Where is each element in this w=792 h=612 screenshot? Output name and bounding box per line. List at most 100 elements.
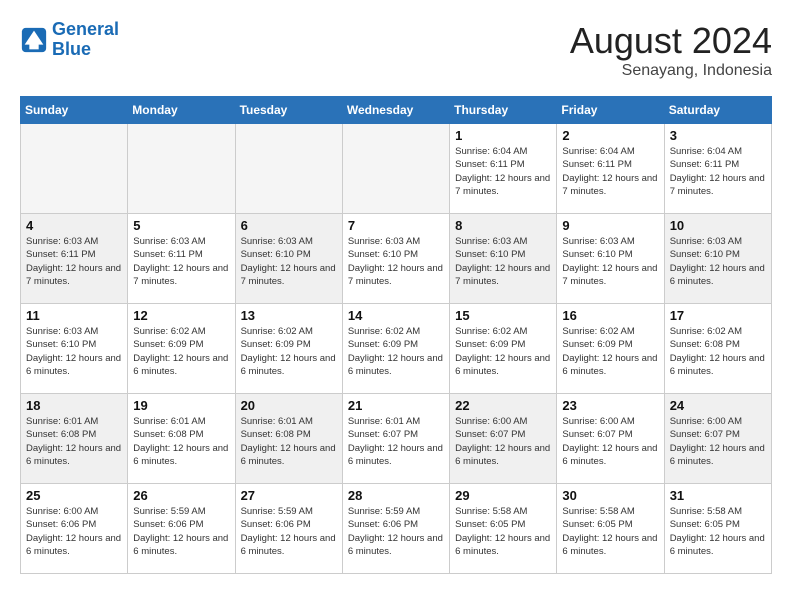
- day-number: 23: [562, 398, 658, 413]
- table-row: 28Sunrise: 5:59 AM Sunset: 6:06 PM Dayli…: [342, 484, 449, 574]
- calendar-week-row: 1 Sunrise: 6:04 AM Sunset: 6:11 PM Daylig…: [21, 124, 772, 214]
- logo-icon: [20, 26, 48, 54]
- page-header: General Blue August 2024 Senayang, Indon…: [20, 20, 772, 80]
- day-number: 26: [133, 488, 229, 503]
- table-row: 7Sunrise: 6:03 AM Sunset: 6:10 PM Daylig…: [342, 214, 449, 304]
- table-row: 1 Sunrise: 6:04 AM Sunset: 6:11 PM Daylig…: [450, 124, 557, 214]
- calendar-week-row: 18 Sunrise: 6:01 AM Sunset: 6:08 PM Dayli…: [21, 394, 772, 484]
- day-number: 4: [26, 218, 122, 233]
- day-number: 14: [348, 308, 444, 323]
- day-number: 17: [670, 308, 766, 323]
- day-info: Sunrise: 6:01 AM Sunset: 6:07 PM Dayligh…: [348, 415, 444, 468]
- table-row: 12 Sunrise: 6:02 AM Sunset: 6:09 PM Dayli…: [128, 304, 235, 394]
- col-tuesday: Tuesday: [235, 97, 342, 124]
- day-number: 5: [133, 218, 229, 233]
- day-info: Sunrise: 6:02 AM Sunset: 6:09 PM Dayligh…: [455, 325, 551, 378]
- day-info: Sunrise: 6:01 AM Sunset: 6:08 PM Dayligh…: [241, 415, 337, 468]
- table-row: 24Sunrise: 6:00 AM Sunset: 6:07 PM Dayli…: [664, 394, 771, 484]
- table-row: [235, 124, 342, 214]
- day-info: Sunrise: 5:58 AM Sunset: 6:05 PM Dayligh…: [455, 505, 551, 558]
- table-row: 25Sunrise: 6:00 AM Sunset: 6:06 PM Dayli…: [21, 484, 128, 574]
- table-row: 3Sunrise: 6:04 AM Sunset: 6:11 PM Daylig…: [664, 124, 771, 214]
- table-row: 10Sunrise: 6:03 AM Sunset: 6:10 PM Dayli…: [664, 214, 771, 304]
- table-row: 30Sunrise: 5:58 AM Sunset: 6:05 PM Dayli…: [557, 484, 664, 574]
- logo: General Blue: [20, 20, 119, 60]
- table-row: [128, 124, 235, 214]
- col-saturday: Saturday: [664, 97, 771, 124]
- day-number: 15: [455, 308, 551, 323]
- day-number: 6: [241, 218, 337, 233]
- calendar-header-row: Sunday Monday Tuesday Wednesday Thursday…: [21, 97, 772, 124]
- table-row: 22 Sunrise: 6:00 AM Sunset: 6:07 PM Dayli…: [450, 394, 557, 484]
- table-row: 21Sunrise: 6:01 AM Sunset: 6:07 PM Dayli…: [342, 394, 449, 484]
- day-number: 16: [562, 308, 658, 323]
- day-number: 1: [455, 128, 551, 143]
- day-number: 12: [133, 308, 229, 323]
- day-info: Sunrise: 5:59 AM Sunset: 6:06 PM Dayligh…: [133, 505, 229, 558]
- table-row: [342, 124, 449, 214]
- table-row: 19 Sunrise: 6:01 AM Sunset: 6:08 PM Dayli…: [128, 394, 235, 484]
- day-info: Sunrise: 6:00 AM Sunset: 6:07 PM Dayligh…: [455, 415, 551, 468]
- day-number: 19: [133, 398, 229, 413]
- table-row: 4 Sunrise: 6:03 AM Sunset: 6:11 PM Daylig…: [21, 214, 128, 304]
- table-row: 6Sunrise: 6:03 AM Sunset: 6:10 PM Daylig…: [235, 214, 342, 304]
- day-info: Sunrise: 6:02 AM Sunset: 6:09 PM Dayligh…: [133, 325, 229, 378]
- day-info: Sunrise: 6:00 AM Sunset: 6:06 PM Dayligh…: [26, 505, 122, 558]
- day-info: Sunrise: 6:03 AM Sunset: 6:10 PM Dayligh…: [562, 235, 658, 288]
- day-info: Sunrise: 6:02 AM Sunset: 6:09 PM Dayligh…: [562, 325, 658, 378]
- table-row: 16 Sunrise: 6:02 AM Sunset: 6:09 PM Dayli…: [557, 304, 664, 394]
- table-row: 14 Sunrise: 6:02 AM Sunset: 6:09 PM Dayli…: [342, 304, 449, 394]
- day-info: Sunrise: 6:03 AM Sunset: 6:10 PM Dayligh…: [455, 235, 551, 288]
- day-number: 29: [455, 488, 551, 503]
- col-wednesday: Wednesday: [342, 97, 449, 124]
- calendar-week-row: 11 Sunrise: 6:03 AM Sunset: 6:10 PM Dayli…: [21, 304, 772, 394]
- day-info: Sunrise: 6:02 AM Sunset: 6:09 PM Dayligh…: [348, 325, 444, 378]
- day-info: Sunrise: 6:02 AM Sunset: 6:09 PM Dayligh…: [241, 325, 337, 378]
- day-number: 31: [670, 488, 766, 503]
- day-info: Sunrise: 6:03 AM Sunset: 6:11 PM Dayligh…: [133, 235, 229, 288]
- title-block: August 2024 Senayang, Indonesia: [570, 20, 772, 80]
- day-number: 13: [241, 308, 337, 323]
- table-row: 11 Sunrise: 6:03 AM Sunset: 6:10 PM Dayli…: [21, 304, 128, 394]
- col-monday: Monday: [128, 97, 235, 124]
- col-sunday: Sunday: [21, 97, 128, 124]
- day-number: 11: [26, 308, 122, 323]
- day-number: 18: [26, 398, 122, 413]
- day-number: 27: [241, 488, 337, 503]
- table-row: 17Sunrise: 6:02 AM Sunset: 6:08 PM Dayli…: [664, 304, 771, 394]
- table-row: 18 Sunrise: 6:01 AM Sunset: 6:08 PM Dayli…: [21, 394, 128, 484]
- table-row: 20 Sunrise: 6:01 AM Sunset: 6:08 PM Dayli…: [235, 394, 342, 484]
- day-number: 28: [348, 488, 444, 503]
- logo-text-line1: General: [52, 20, 119, 40]
- day-info: Sunrise: 6:01 AM Sunset: 6:08 PM Dayligh…: [26, 415, 122, 468]
- day-number: 20: [241, 398, 337, 413]
- day-info: Sunrise: 6:01 AM Sunset: 6:08 PM Dayligh…: [133, 415, 229, 468]
- table-row: 23 Sunrise: 6:00 AM Sunset: 6:07 PM Dayli…: [557, 394, 664, 484]
- day-number: 9: [562, 218, 658, 233]
- table-row: [21, 124, 128, 214]
- table-row: 27 Sunrise: 5:59 AM Sunset: 6:06 PM Dayli…: [235, 484, 342, 574]
- calendar-table: Sunday Monday Tuesday Wednesday Thursday…: [20, 96, 772, 574]
- day-number: 2: [562, 128, 658, 143]
- day-info: Sunrise: 5:59 AM Sunset: 6:06 PM Dayligh…: [241, 505, 337, 558]
- day-number: 8: [455, 218, 551, 233]
- day-number: 30: [562, 488, 658, 503]
- logo-text-line2: Blue: [52, 40, 119, 60]
- day-info: Sunrise: 6:04 AM Sunset: 6:11 PM Dayligh…: [455, 145, 551, 198]
- day-info: Sunrise: 6:04 AM Sunset: 6:11 PM Dayligh…: [562, 145, 658, 198]
- day-number: 24: [670, 398, 766, 413]
- day-number: 3: [670, 128, 766, 143]
- calendar-subtitle: Senayang, Indonesia: [570, 62, 772, 80]
- day-info: Sunrise: 6:00 AM Sunset: 6:07 PM Dayligh…: [562, 415, 658, 468]
- col-friday: Friday: [557, 97, 664, 124]
- day-info: Sunrise: 6:03 AM Sunset: 6:11 PM Dayligh…: [26, 235, 122, 288]
- day-info: Sunrise: 5:58 AM Sunset: 6:05 PM Dayligh…: [670, 505, 766, 558]
- day-info: Sunrise: 6:03 AM Sunset: 6:10 PM Dayligh…: [26, 325, 122, 378]
- table-row: 26 Sunrise: 5:59 AM Sunset: 6:06 PM Dayli…: [128, 484, 235, 574]
- table-row: 13 Sunrise: 6:02 AM Sunset: 6:09 PM Dayli…: [235, 304, 342, 394]
- calendar-week-row: 4 Sunrise: 6:03 AM Sunset: 6:11 PM Daylig…: [21, 214, 772, 304]
- day-number: 7: [348, 218, 444, 233]
- table-row: 31 Sunrise: 5:58 AM Sunset: 6:05 PM Dayli…: [664, 484, 771, 574]
- table-row: 8 Sunrise: 6:03 AM Sunset: 6:10 PM Daylig…: [450, 214, 557, 304]
- day-number: 22: [455, 398, 551, 413]
